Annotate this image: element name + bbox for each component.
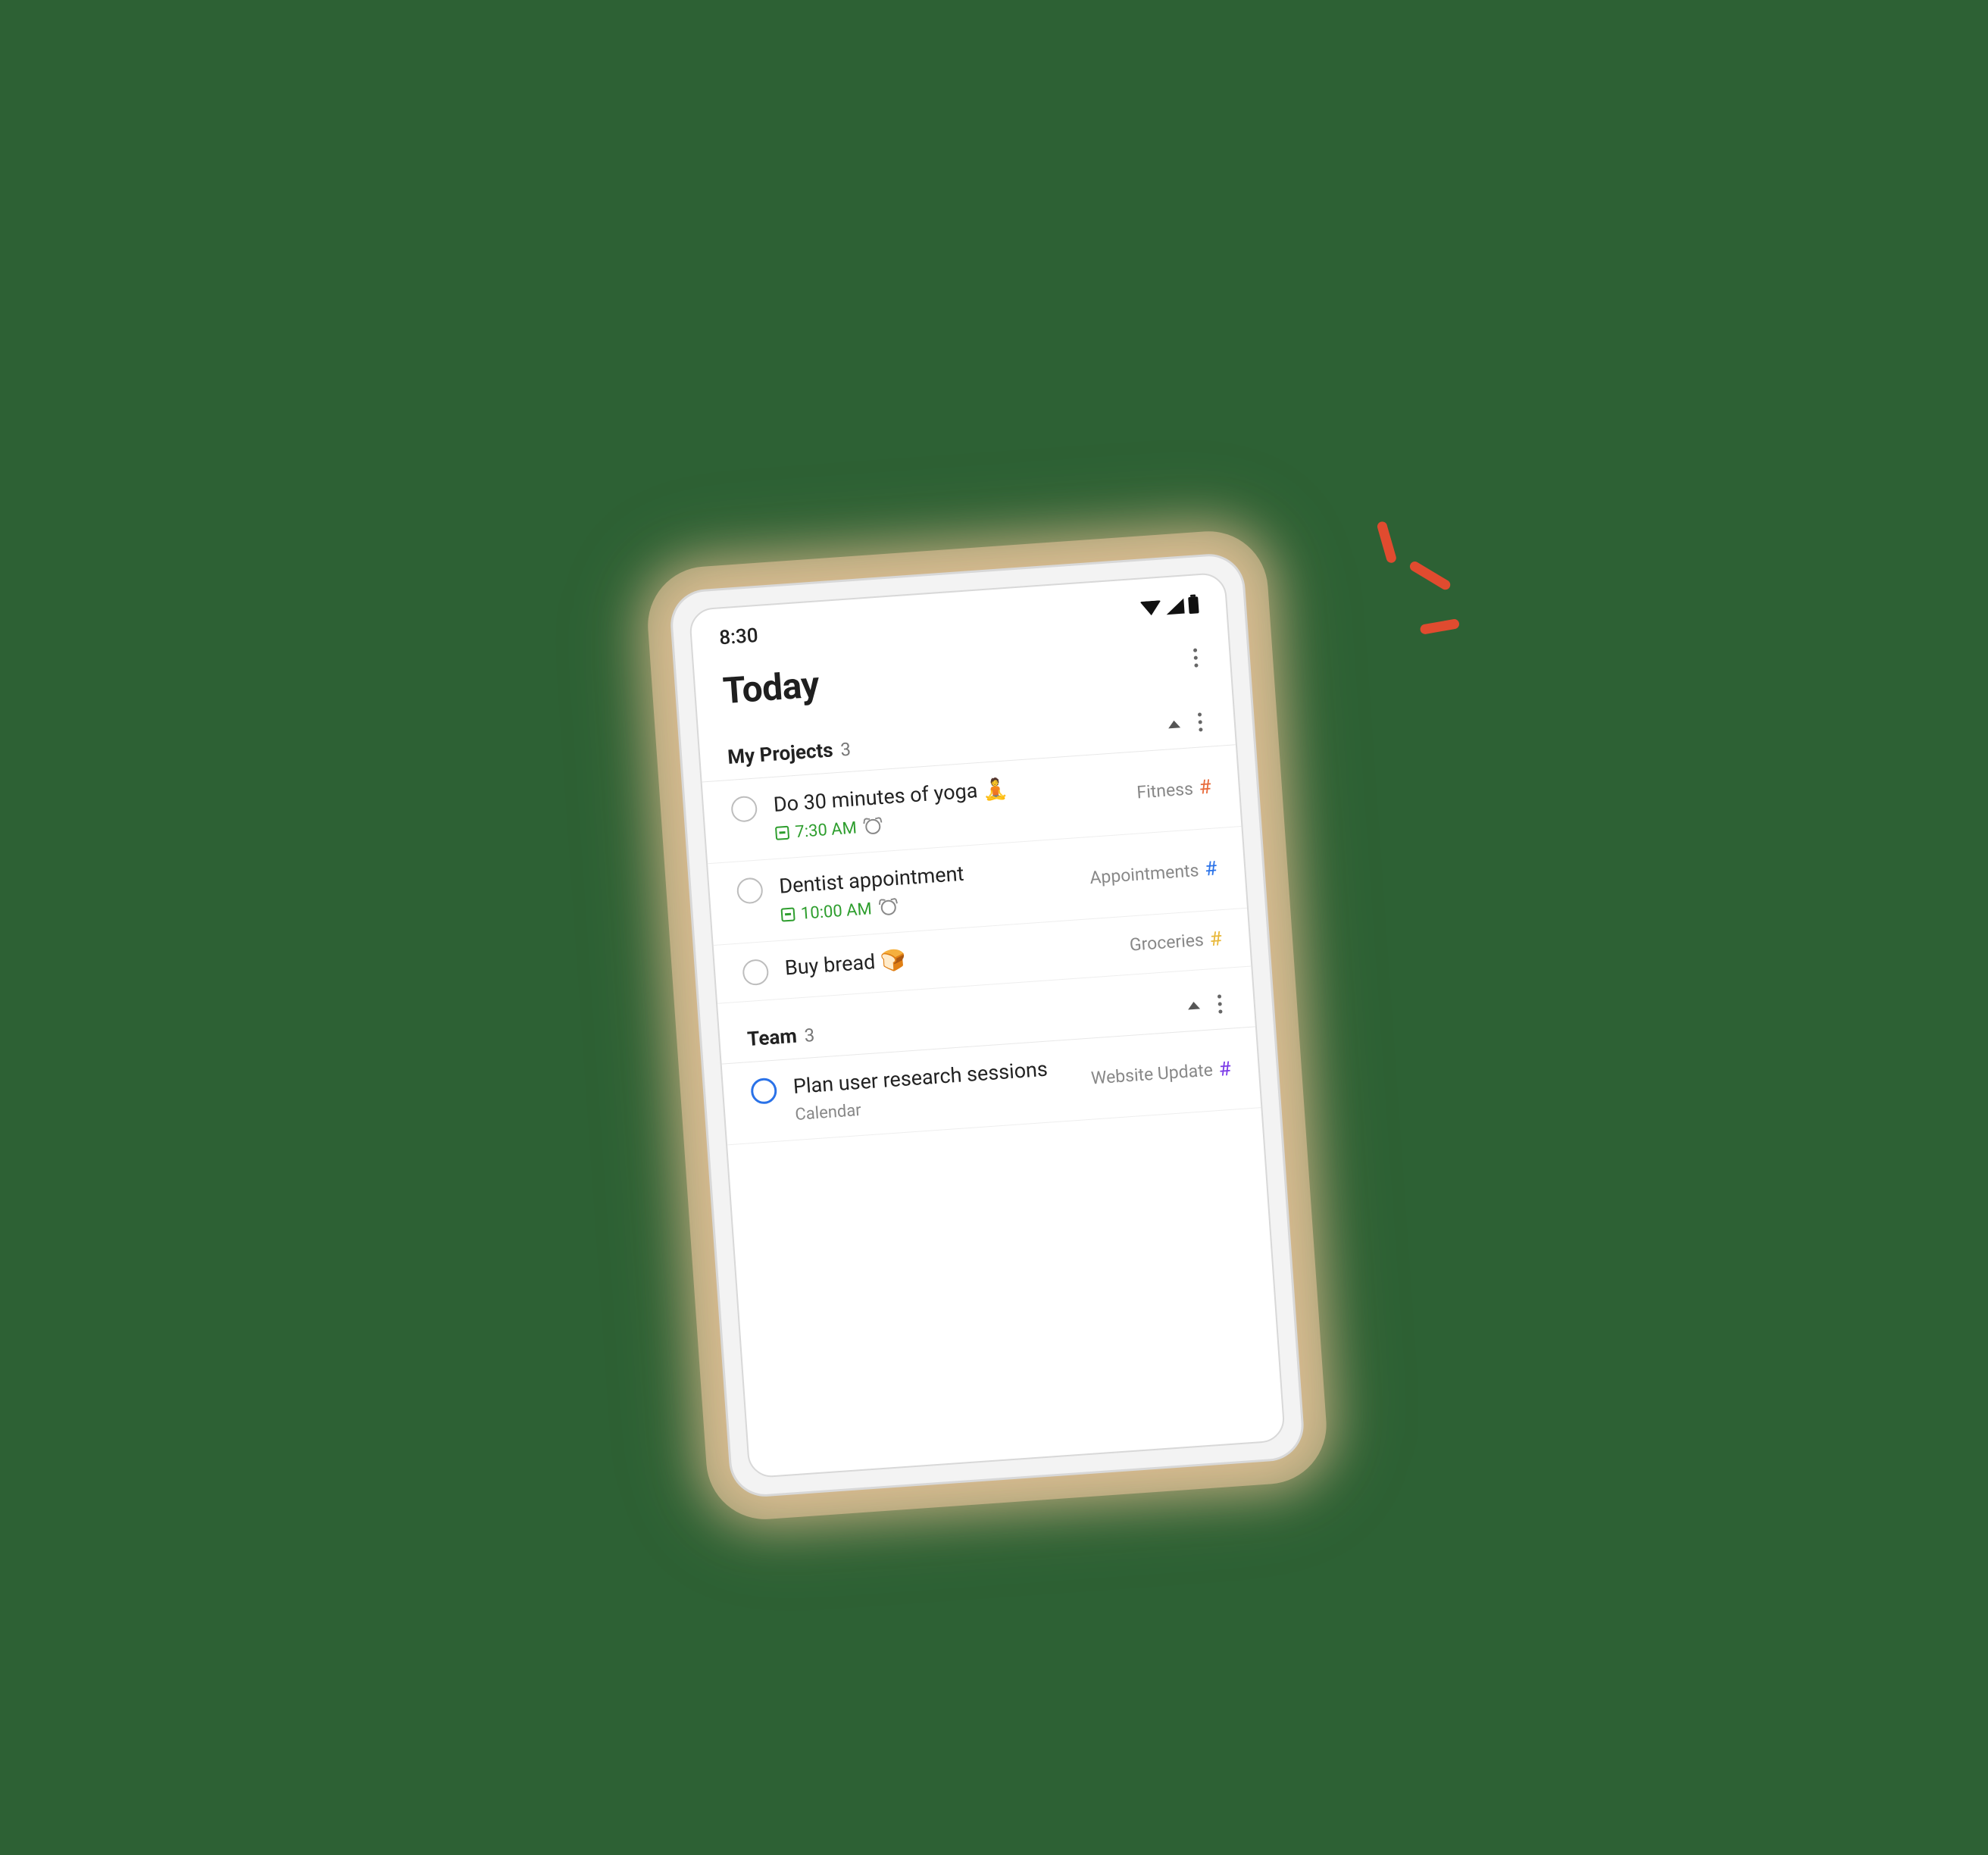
chevron-up-icon[interactable] [1187,1001,1200,1009]
battery-icon [1188,596,1199,614]
task-project-tag[interactable]: Groceries # [1129,928,1223,956]
section-title-label: My Projects [727,739,833,769]
section-more-button[interactable] [1212,989,1227,1018]
task-project-tag[interactable]: Appointments # [1089,858,1217,890]
status-icons [1139,596,1199,617]
calendar-icon [780,907,795,921]
chevron-up-icon[interactable] [1167,720,1180,728]
section-count: 3 [840,739,852,761]
task-time: 10:00 AM [780,899,872,924]
phone-screen: 8:30 Today [689,572,1286,1479]
alarm-icon [880,899,896,915]
page-title: Today [721,662,820,712]
task-checkbox[interactable] [742,959,769,986]
task-extra-meta: Calendar [795,1101,862,1125]
task-checkbox[interactable] [730,796,758,823]
section-more-button[interactable] [1192,708,1208,737]
task-title: Buy bread 🍞 [784,933,1114,981]
signal-icon [1165,599,1184,615]
task-project-tag[interactable]: Fitness # [1136,776,1211,804]
phone-frame: 8:30 Today [668,552,1306,1499]
task-project-tag[interactable]: Website Update # [1090,1058,1232,1090]
section-title-label: Team [746,1024,797,1050]
status-time: 8:30 [718,624,758,649]
task-time: 7:30 AM [775,818,858,843]
header-more-button[interactable] [1189,643,1204,672]
wifi-icon [1139,600,1161,616]
alarm-icon [865,818,881,834]
task-checkbox[interactable] [736,877,764,904]
hash-icon: # [1209,928,1223,951]
section-count: 3 [804,1024,815,1046]
calendar-icon [775,826,789,840]
hash-icon: # [1199,776,1212,799]
hash-icon: # [1218,1058,1232,1081]
hash-icon: # [1204,858,1217,881]
task-checkbox[interactable] [750,1077,777,1104]
